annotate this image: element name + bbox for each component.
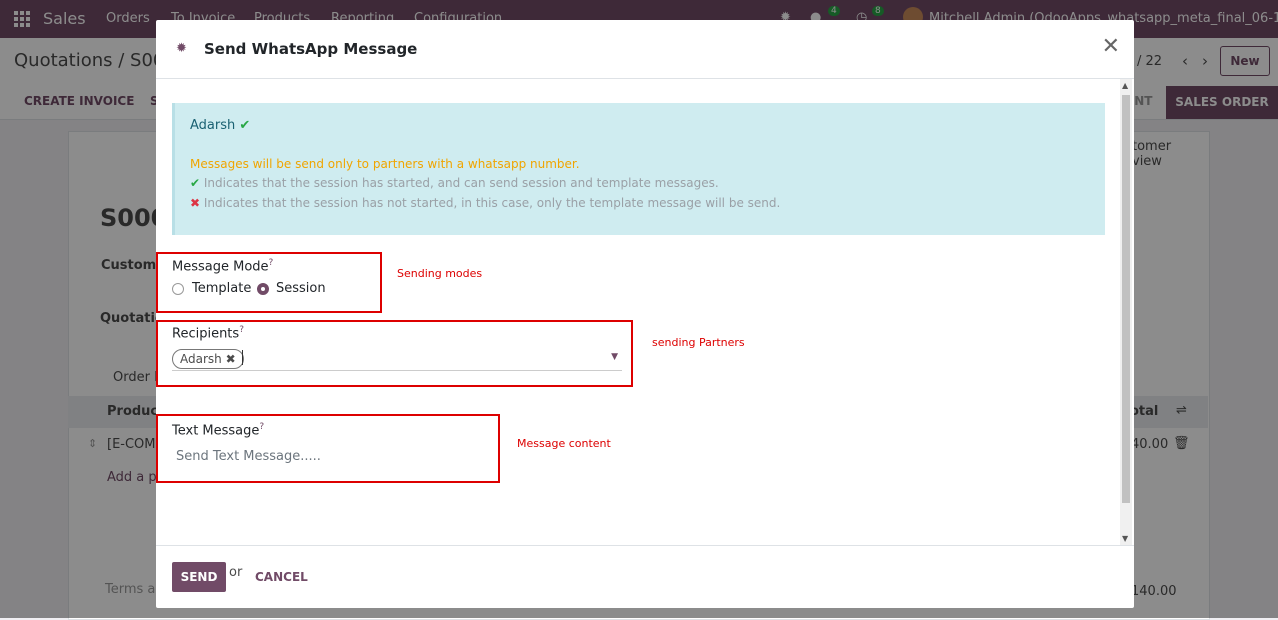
alert-warning: Messages will be send only to partners w… bbox=[190, 157, 580, 171]
close-icon[interactable]: ✕ bbox=[1102, 36, 1120, 58]
dialog-header: ✹ Send WhatsApp Message ✕ bbox=[156, 20, 1134, 79]
alert-started-line: ✔ Indicates that the session has started… bbox=[190, 176, 719, 190]
alert-not-started-text: Indicates that the session has not start… bbox=[203, 196, 781, 210]
cancel-button[interactable]: CANCEL bbox=[255, 570, 308, 584]
message-mode-label-text: Message Mode bbox=[172, 259, 269, 275]
check-icon: ✔ bbox=[190, 176, 201, 190]
send-button[interactable]: SEND bbox=[172, 562, 226, 592]
scroll-up-icon[interactable]: ▲ bbox=[1122, 81, 1128, 90]
radio-session[interactable] bbox=[257, 283, 269, 295]
info-alert: Adarsh ✔ Messages will be send only to p… bbox=[172, 103, 1105, 235]
remove-tag-icon[interactable]: ✖ bbox=[226, 352, 236, 366]
help-icon[interactable]: ? bbox=[269, 258, 274, 268]
text-message-label: Text Message? bbox=[172, 422, 264, 438]
bug-icon: ✹ bbox=[176, 41, 187, 56]
dialog-footer: SEND or CANCEL bbox=[156, 545, 1134, 609]
dialog-title: Send WhatsApp Message bbox=[204, 40, 418, 58]
scrollbar-thumb[interactable] bbox=[1122, 95, 1130, 503]
alert-partner: Adarsh ✔ bbox=[190, 118, 250, 133]
dialog-scrollbar[interactable]: ▲ ▼ bbox=[1120, 79, 1132, 545]
recipient-tag: Adarsh ✖ bbox=[172, 349, 244, 369]
message-mode-note: Sending modes bbox=[397, 267, 483, 280]
text-message-input[interactable]: Send Text Message..... bbox=[176, 449, 321, 464]
scroll-down-icon[interactable]: ▼ bbox=[1122, 534, 1128, 543]
send-whatsapp-dialog: ✹ Send WhatsApp Message ✕ Adarsh ✔ Messa… bbox=[156, 20, 1134, 608]
message-mode-radio-group: Template Session bbox=[172, 281, 372, 297]
radio-template-label[interactable]: Template bbox=[192, 281, 251, 296]
dialog-body: Adarsh ✔ Messages will be send only to p… bbox=[156, 79, 1134, 545]
text-message-note: Message content bbox=[517, 437, 611, 450]
alert-started-text: Indicates that the session has started, … bbox=[203, 176, 719, 190]
alert-partner-name: Adarsh bbox=[190, 118, 236, 133]
help-icon[interactable]: ? bbox=[259, 422, 264, 432]
radio-template[interactable] bbox=[172, 283, 184, 295]
recipients-label: Recipients? bbox=[172, 325, 244, 341]
recipient-tag-label: Adarsh bbox=[180, 352, 222, 366]
alert-not-started-line: ✖ Indicates that the session has not sta… bbox=[190, 196, 780, 210]
text-cursor bbox=[242, 350, 243, 365]
help-icon[interactable]: ? bbox=[239, 325, 244, 335]
recipients-note: sending Partners bbox=[652, 336, 745, 349]
message-mode-label: Message Mode? bbox=[172, 258, 273, 274]
cross-icon: ✖ bbox=[190, 196, 201, 210]
recipients-input[interactable]: Adarsh ✖ ▼ bbox=[172, 348, 622, 371]
text-message-label-text: Text Message bbox=[172, 423, 260, 439]
radio-session-label[interactable]: Session bbox=[276, 281, 326, 296]
dropdown-caret-icon[interactable]: ▼ bbox=[611, 352, 618, 362]
recipients-label-text: Recipients bbox=[172, 326, 240, 342]
check-icon: ✔ bbox=[239, 118, 251, 133]
or-text: or bbox=[229, 565, 243, 580]
